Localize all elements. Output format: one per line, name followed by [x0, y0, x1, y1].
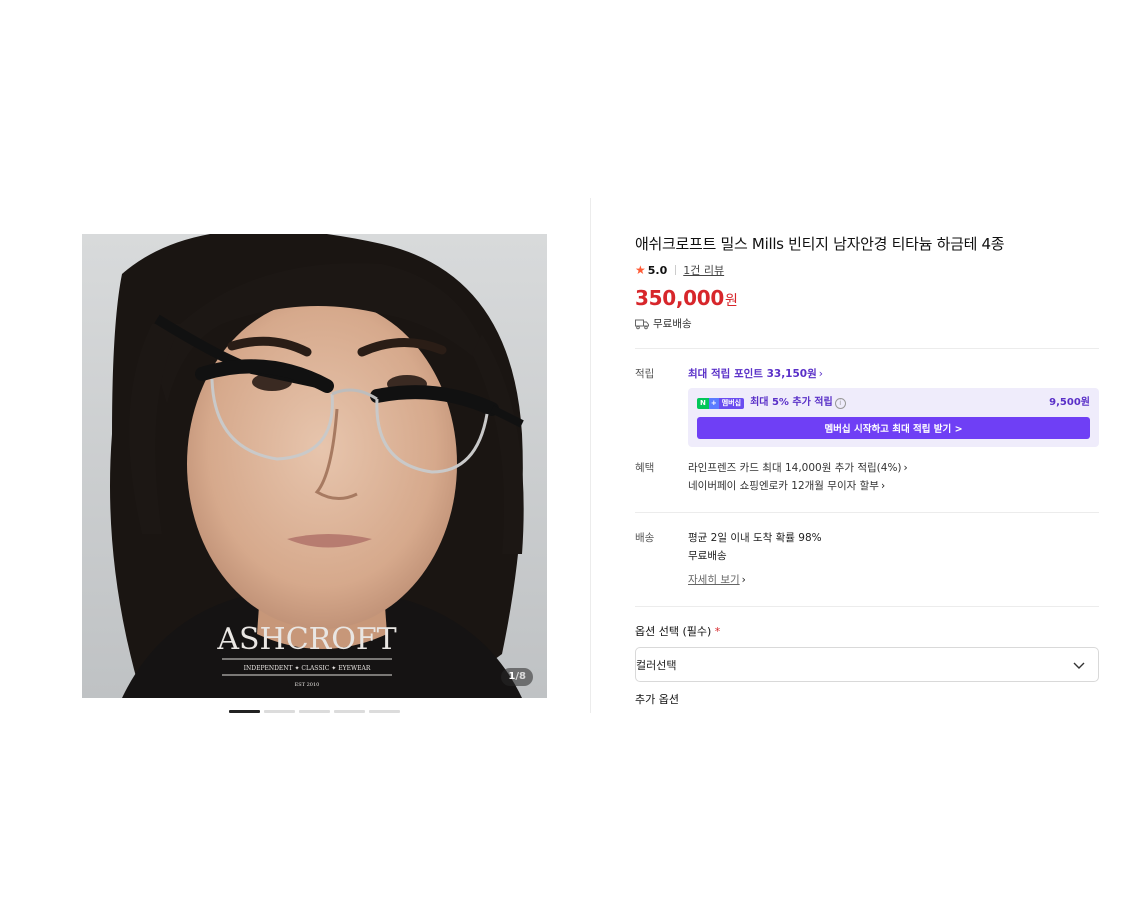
naver-n-icon: N	[697, 397, 709, 409]
delivery-detail-link[interactable]: 자세히 보기 ›	[688, 571, 1099, 589]
brand-logo: ASHCROFT	[216, 622, 396, 657]
chevron-right-icon: ›	[818, 368, 823, 380]
delivery-detail-text: 자세히 보기	[688, 574, 740, 586]
divider	[635, 348, 1099, 349]
naver-plus-membership-badge: N + 멤버십	[697, 397, 745, 409]
sale-price: 350,000	[635, 286, 724, 310]
chevron-down-icon	[1073, 662, 1085, 669]
product-title: 애쉬크로프트 밀스 Mills 빈티지 남자안경 티타늄 하금테 4종	[635, 235, 1005, 253]
required-mark: *	[714, 625, 721, 638]
image-counter-total: /8	[515, 671, 526, 682]
membership-points-amount: 9,500원	[1049, 397, 1090, 408]
membership-extra-points-text: 최대 5% 추가 적립	[750, 397, 833, 408]
benefit-installment-link[interactable]: 네이버페이 쇼핑엔로카 12개월 무이자 할부 ›	[688, 477, 1099, 495]
additional-option-title: 추가 옵션	[635, 693, 679, 706]
product-photo[interactable]: ASHCROFT INDEPENDENT ✦ CLASSIC ✦ EYEWEAR…	[82, 234, 547, 698]
delivery-section: 배송 평균 2일 이내 도착 확률 98% 무료배송 자세히 보기 ›	[635, 529, 1099, 589]
membership-badge-text: 멤버십	[718, 397, 745, 409]
delivery-estimate: 평균 2일 이내 도착 확률 98%	[688, 532, 822, 544]
benefit-installment-text: 네이버페이 쇼핑엔로카 12개월 무이자 할부	[688, 480, 879, 492]
color-select-value: 컬러선택	[636, 658, 677, 672]
shipping-text: 무료배송	[653, 318, 692, 330]
gallery-dot[interactable]	[299, 710, 330, 713]
delivery-label: 배송	[635, 532, 655, 544]
brand-est: EST 2010	[295, 682, 320, 688]
chevron-right-icon: ›	[903, 462, 908, 474]
gallery-dot[interactable]	[334, 710, 365, 713]
truck-icon	[635, 319, 649, 329]
benefit-card-link[interactable]: 라인프렌즈 카드 최대 14,000원 추가 적립(4%) ›	[688, 459, 1099, 477]
points-section: 적립 최대 적립 포인트 33,150원 › N + 멤버십 최대 5% 추가 적…	[635, 365, 1099, 447]
start-membership-button[interactable]: 멤버십 시작하고 최대 적립 받기 >	[697, 417, 1090, 439]
product-page: ASHCROFT INDEPENDENT ✦ CLASSIC ✦ EYEWEAR…	[0, 0, 1125, 910]
price-row: 350,000 원	[635, 286, 1099, 310]
image-counter: 1/8	[501, 668, 533, 686]
price-unit: 원	[725, 293, 738, 309]
color-select[interactable]: 컬러선택	[635, 647, 1099, 682]
divider	[635, 606, 1099, 607]
separator	[675, 265, 677, 275]
max-points-link[interactable]: 최대 적립 포인트 33,150원 ›	[688, 365, 1099, 383]
model-wearing-glasses-image: ASHCROFT INDEPENDENT ✦ CLASSIC ✦ EYEWEAR…	[82, 234, 547, 698]
info-icon[interactable]: i	[834, 397, 846, 409]
star-icon: ★	[635, 263, 646, 277]
gallery-dot[interactable]	[264, 710, 295, 713]
gallery-dot[interactable]	[229, 710, 260, 713]
rating-row: ★ 5.0 1건 리뷰	[635, 262, 1099, 278]
brand-tagline: INDEPENDENT ✦ CLASSIC ✦ EYEWEAR	[244, 665, 371, 672]
image-gallery: ASHCROFT INDEPENDENT ✦ CLASSIC ✦ EYEWEAR…	[82, 234, 547, 714]
option-title-text: 옵션 선택 (필수)	[635, 625, 712, 638]
chevron-right-icon: ›	[880, 480, 886, 492]
delivery-fee: 무료배송	[688, 550, 727, 562]
rating-score: 5.0	[647, 263, 668, 277]
benefits-section: 혜택 라인프렌즈 카드 최대 14,000원 추가 적립(4%) › 네이버페이 …	[635, 459, 1099, 495]
benefits-label: 혜택	[635, 462, 655, 474]
gallery-pagination	[229, 710, 400, 713]
points-label: 적립	[635, 368, 655, 380]
membership-box: N + 멤버십 최대 5% 추가 적립 i 9,500원 멤버십 시작하고 최대…	[688, 388, 1099, 447]
chevron-right-icon: ›	[741, 574, 746, 586]
gallery-dot[interactable]	[369, 710, 400, 713]
divider	[635, 512, 1099, 513]
plus-icon: +	[708, 397, 719, 409]
option-title: 옵션 선택 (필수) *	[635, 623, 1099, 639]
review-count-link[interactable]: 1건 리뷰	[683, 262, 724, 278]
shipping-row: 무료배송	[635, 316, 1099, 331]
column-divider	[590, 198, 591, 713]
product-info: 애쉬크로프트 밀스 Mills 빈티지 남자안경 티타늄 하금테 4종 ★ 5.…	[635, 232, 1099, 712]
max-points-text: 최대 적립 포인트 33,150원	[688, 368, 817, 380]
benefit-card-text: 라인프렌즈 카드 최대 14,000원 추가 적립(4%)	[688, 462, 902, 474]
